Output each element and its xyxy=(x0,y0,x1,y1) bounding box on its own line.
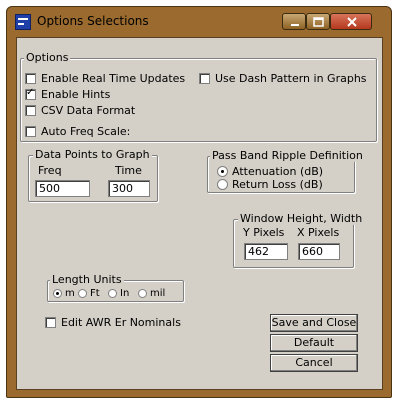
unit-label-ft: Ft xyxy=(90,288,100,299)
checkbox-box[interactable] xyxy=(45,317,56,328)
return-loss-radio[interactable]: Return Loss (dB) xyxy=(217,178,323,191)
enable-hints-label: Enable Hints xyxy=(41,88,111,101)
data-points-legend: Data Points to Graph xyxy=(33,148,152,161)
dialog-client-area: Options Enable Real Time Updates Use Das… xyxy=(16,37,383,390)
checkbox-box[interactable] xyxy=(199,73,210,84)
unit-radio-ft[interactable]: Ft xyxy=(78,288,100,299)
maximize-button[interactable] xyxy=(306,13,330,30)
length-units-legend: Length Units xyxy=(50,273,124,286)
unit-radio-in[interactable]: In xyxy=(108,288,129,299)
checkbox-box[interactable] xyxy=(25,126,36,137)
return-loss-label: Return Loss (dB) xyxy=(232,178,323,191)
checkbox-box[interactable] xyxy=(25,105,36,116)
csv-data-format-label: CSV Data Format xyxy=(41,104,136,117)
close-button[interactable] xyxy=(330,13,372,30)
edit-awr-label: Edit AWR Er Nominals xyxy=(61,316,181,329)
radio-dot[interactable] xyxy=(138,289,147,298)
save-and-close-button[interactable]: Save and Close xyxy=(270,314,358,332)
radio-dot[interactable] xyxy=(78,289,87,298)
cancel-button[interactable]: Cancel xyxy=(270,354,358,372)
use-dash-pattern-checkbox[interactable]: Use Dash Pattern in Graphs xyxy=(199,72,367,85)
auto-freq-scale-checkbox[interactable]: Auto Freq Scale: xyxy=(25,125,130,138)
minimize-button[interactable] xyxy=(282,13,306,30)
checkbox-box[interactable] xyxy=(25,73,36,84)
edit-awr-checkbox[interactable]: Edit AWR Er Nominals xyxy=(45,316,181,329)
freq-input[interactable]: 500 xyxy=(35,180,90,197)
default-button[interactable]: Default xyxy=(270,334,358,352)
title-bar[interactable]: Options Selections xyxy=(7,7,391,37)
x-pixels-label: X Pixels xyxy=(297,226,340,239)
enable-hints-checkbox[interactable]: Enable Hints xyxy=(25,87,111,101)
radio-dot[interactable] xyxy=(53,289,62,298)
unit-label-mil: mil xyxy=(150,288,166,299)
use-dash-pattern-label: Use Dash Pattern in Graphs xyxy=(215,72,367,85)
time-input[interactable]: 300 xyxy=(108,180,150,197)
freq-label: Freq xyxy=(38,164,62,177)
attenuation-radio[interactable]: Attenuation (dB) xyxy=(217,165,323,178)
unit-radio-mil[interactable]: mil xyxy=(138,288,165,299)
unit-radio-m[interactable]: m xyxy=(53,288,75,299)
attenuation-label: Attenuation (dB) xyxy=(232,165,324,178)
auto-freq-scale-label: Auto Freq Scale: xyxy=(41,125,131,138)
csv-data-format-checkbox[interactable]: CSV Data Format xyxy=(25,104,135,117)
window-size-legend: Window Height, Width xyxy=(238,212,365,225)
app-icon xyxy=(15,14,31,30)
enable-real-time-updates-label: Enable Real Time Updates xyxy=(41,72,186,85)
unit-label-in: In xyxy=(120,288,130,299)
time-label: Time xyxy=(115,164,142,177)
maximize-icon xyxy=(313,17,324,27)
pass-band-legend: Pass Band Ripple Definition xyxy=(210,149,365,162)
window-title: Options Selections xyxy=(37,14,149,28)
radio-dot[interactable] xyxy=(217,166,228,177)
options-legend: Options xyxy=(24,51,71,64)
options-window: Options Selections Options Enable Real T… xyxy=(6,6,392,398)
y-pixels-input[interactable]: 462 xyxy=(244,243,288,260)
checkbox-box[interactable] xyxy=(25,87,36,100)
close-icon xyxy=(347,17,357,27)
minimize-icon xyxy=(291,24,299,26)
radio-dot[interactable] xyxy=(108,289,117,298)
y-pixels-label: Y Pixels xyxy=(243,226,285,239)
radio-dot[interactable] xyxy=(217,179,228,190)
unit-label-m: m xyxy=(65,288,75,299)
enable-real-time-updates-checkbox[interactable]: Enable Real Time Updates xyxy=(25,72,185,85)
x-pixels-input[interactable]: 660 xyxy=(298,243,340,260)
